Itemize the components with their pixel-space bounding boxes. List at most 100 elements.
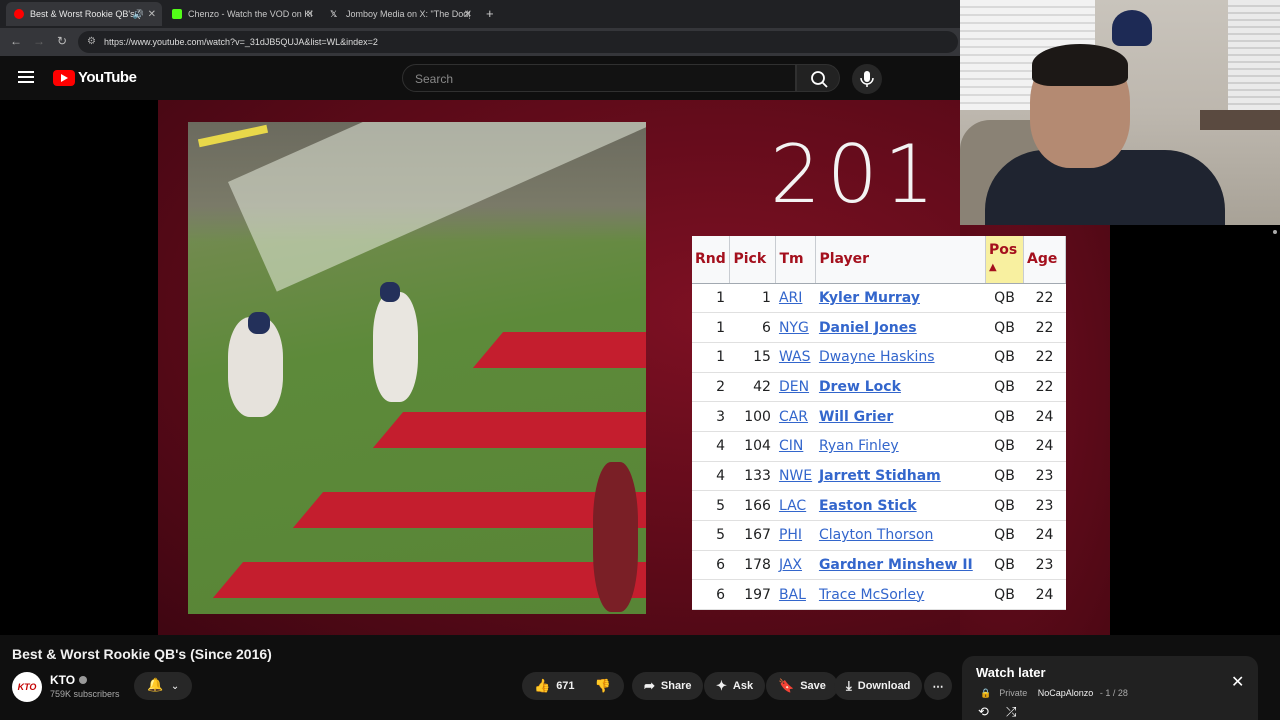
close-icon[interactable]: ✕: [1231, 672, 1244, 692]
draft-table-row: 2 42 DEN Drew Lock QB 22: [692, 372, 1066, 403]
close-tab-icon[interactable]: ✕: [306, 9, 314, 20]
draft-table: Rnd Pick Tm Player Pos ▲ Age 1 1 ARI Kyler …: [692, 236, 1067, 611]
loop-icon[interactable]: ⟲: [978, 704, 989, 720]
team-link[interactable]: CAR: [779, 409, 808, 425]
cell-team: ARI: [775, 283, 816, 314]
save-button[interactable]: 🔖 Save: [766, 672, 838, 700]
close-tab-icon[interactable]: ✕: [148, 9, 156, 20]
draft-table-row: 6 178 JAX Gardner Minshew II QB 23: [692, 550, 1066, 581]
playlist-title[interactable]: Watch later: [976, 665, 1046, 680]
col-rnd[interactable]: Rnd: [692, 236, 731, 284]
col-pos-label: Pos: [989, 242, 1018, 259]
voice-search-button[interactable]: [852, 64, 882, 94]
cell-player: Kyler Murray: [815, 283, 986, 314]
url-field[interactable]: ⚙ https://www.youtube.com/watch?v=_31dJB…: [78, 31, 958, 53]
draft-table-row: 1 6 NYG Daniel Jones QB 22: [692, 312, 1066, 343]
cell-pick: 6: [729, 312, 776, 343]
hamburger-menu-icon[interactable]: [18, 71, 34, 83]
player-link[interactable]: Trace McSorley: [819, 587, 924, 603]
close-tab-icon[interactable]: ✕: [464, 9, 472, 20]
cell-pos: QB: [985, 342, 1024, 373]
cell-team: NYG: [775, 312, 816, 343]
cell-player: Ryan Finley: [815, 431, 986, 462]
tab-title: Chenzo - Watch the VOD on Ki: [188, 9, 312, 19]
draft-table-row: 4 104 CIN Ryan Finley QB 24: [692, 431, 1066, 462]
more-icon: ⋯: [932, 680, 944, 693]
player-link[interactable]: Gardner Minshew II: [819, 557, 973, 573]
team-link[interactable]: BAL: [779, 587, 806, 603]
site-info-icon[interactable]: ⚙: [87, 36, 96, 47]
team-link[interactable]: PHI: [779, 527, 802, 543]
channel-name[interactable]: KTO: [50, 673, 88, 687]
tab-youtube[interactable]: Best & Worst Rookie QB's ( 🔊 ✕: [6, 2, 162, 26]
cell-team: JAX: [775, 550, 816, 581]
cell-pick: 178: [729, 550, 776, 581]
cell-rnd: 4: [692, 431, 730, 462]
col-tm[interactable]: Tm: [775, 236, 817, 284]
team-link[interactable]: NWE: [779, 468, 812, 484]
ask-label: Ask: [732, 680, 754, 692]
player-link[interactable]: Clayton Thorson: [819, 527, 933, 543]
forward-icon[interactable]: →: [33, 34, 45, 48]
cell-pick: 15: [729, 342, 776, 373]
cell-age: 23: [1023, 490, 1066, 521]
cell-age: 22: [1023, 342, 1066, 373]
player-link[interactable]: Easton Stick: [819, 498, 917, 514]
scrollbar-thumb[interactable]: [1273, 230, 1277, 234]
col-pos[interactable]: Pos ▲: [985, 236, 1024, 284]
new-tab-button[interactable]: +: [486, 6, 494, 21]
team-link[interactable]: CIN: [779, 438, 803, 454]
playlist-owner[interactable]: NoCapAlonzo: [1038, 688, 1094, 698]
player-link[interactable]: Will Grier: [819, 409, 893, 425]
thumbs-up-icon[interactable]: 👍: [534, 678, 550, 694]
team-link[interactable]: NYG: [779, 320, 809, 336]
col-pick[interactable]: Pick: [729, 236, 777, 284]
tab-x[interactable]: 𝕏 Jomboy Media on X: "The Dodg ✕: [322, 2, 478, 26]
cell-rnd: 3: [692, 401, 730, 432]
cell-age: 22: [1023, 283, 1066, 314]
reload-icon[interactable]: ↻: [57, 34, 67, 48]
thumbs-down-icon[interactable]: 👎: [595, 678, 611, 694]
cell-age: 22: [1023, 312, 1066, 343]
player-helmet: [248, 312, 270, 334]
year-overlay: 201: [770, 128, 941, 221]
col-player[interactable]: Player: [815, 236, 986, 284]
playlist-privacy: Private: [999, 688, 1028, 698]
team-link[interactable]: LAC: [779, 498, 806, 514]
player-link[interactable]: Kyler Murray: [819, 290, 920, 306]
col-age[interactable]: Age: [1023, 236, 1067, 284]
speaker-icon[interactable]: 🔊: [133, 9, 144, 20]
more-actions-button[interactable]: ⋯: [924, 672, 952, 700]
back-icon[interactable]: ←: [10, 34, 22, 48]
shuffle-icon[interactable]: ⤮: [1006, 704, 1016, 720]
team-link[interactable]: DEN: [779, 379, 809, 395]
player-link[interactable]: Drew Lock: [819, 379, 901, 395]
endzone-paint: [372, 412, 646, 448]
tab-title: Best & Worst Rookie QB's (: [30, 9, 141, 19]
team-link[interactable]: ARI: [779, 290, 802, 306]
channel-avatar[interactable]: KTO: [12, 672, 42, 702]
like-count[interactable]: 671: [556, 680, 574, 692]
team-link[interactable]: WAS: [779, 349, 811, 365]
download-button[interactable]: ⤓ Download: [834, 672, 923, 700]
search-input[interactable]: Search: [402, 64, 796, 92]
endzone-paint: [472, 332, 646, 368]
ask-button[interactable]: ✦ Ask: [704, 672, 766, 700]
tab-kick[interactable]: Chenzo - Watch the VOD on Ki ✕: [164, 2, 320, 26]
cell-team: DEN: [775, 372, 816, 403]
share-button[interactable]: ➦ Share: [632, 672, 704, 700]
search-button[interactable]: [796, 64, 840, 92]
cell-team: BAL: [775, 579, 816, 611]
draft-table-row: 5 167 PHI Clayton Thorson QB 24: [692, 520, 1066, 551]
player-link[interactable]: Daniel Jones: [819, 320, 917, 336]
cell-pos: QB: [985, 431, 1024, 462]
player-link[interactable]: Ryan Finley: [819, 438, 899, 454]
notification-bell-button[interactable]: 🔔 ⌄: [134, 672, 192, 700]
youtube-wordmark: YouTube: [78, 69, 137, 86]
webcam-window-blinds: [1228, 0, 1280, 110]
team-link[interactable]: JAX: [779, 557, 802, 573]
player-link[interactable]: Jarrett Stidham: [819, 468, 941, 484]
player-link[interactable]: Dwayne Haskins: [819, 349, 935, 365]
youtube-play-icon: [53, 69, 75, 86]
youtube-logo[interactable]: YouTube: [53, 69, 137, 86]
